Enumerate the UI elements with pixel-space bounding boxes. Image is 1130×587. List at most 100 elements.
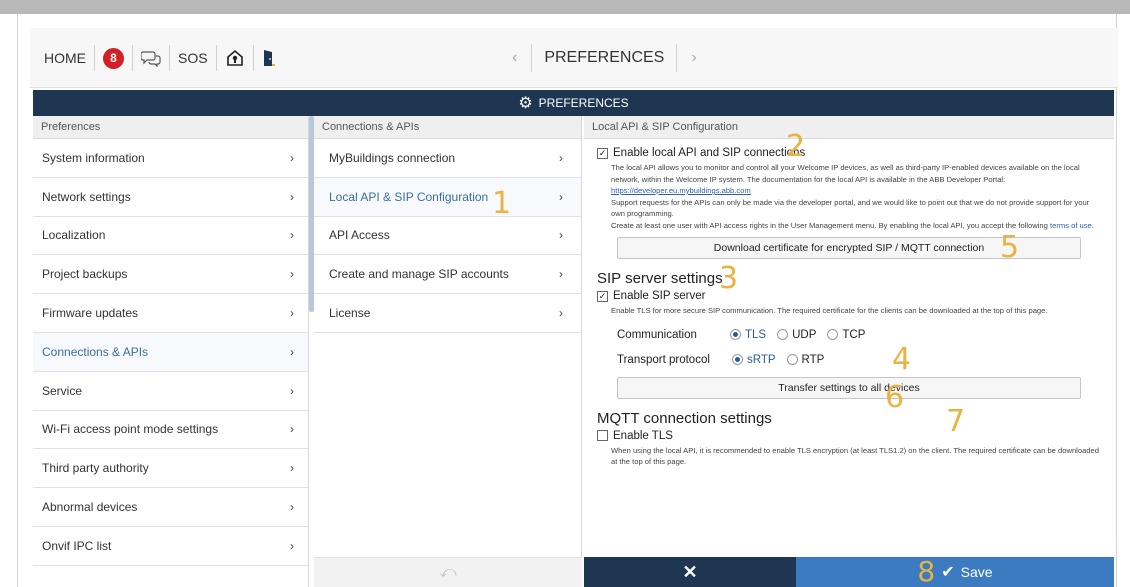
preferences-item[interactable]: System information ›: [33, 139, 308, 178]
column-header: Connections & APIs: [314, 116, 581, 139]
window-frame-right: [1116, 14, 1130, 587]
save-button[interactable]: 8 ✔ Save: [796, 557, 1114, 587]
chevron-right-icon: ›: [290, 383, 294, 398]
settings-content: ✓ Enable local API and SIP connections T…: [584, 132, 1114, 557]
action-footer: ✕ 8 ✔ Save: [584, 557, 1114, 587]
preferences-item-label: Network settings: [42, 189, 131, 204]
connections-item[interactable]: MyBuildings connection ›: [314, 139, 581, 178]
checkbox-unchecked-icon: [597, 430, 608, 441]
chevron-right-icon: ›: [559, 150, 563, 165]
preferences-header: ⚙ PREFERENCES: [33, 90, 1114, 116]
chevron-right-icon: ›: [290, 228, 294, 243]
nav-title-group: ‹ PREFERENCES ›: [498, 44, 711, 72]
notifications-button[interactable]: 8: [95, 44, 132, 72]
radio-tls-label: TLS: [745, 328, 767, 341]
checkbox-checked-icon: ✓: [597, 290, 608, 302]
preferences-item[interactable]: Third party authority ›: [33, 449, 308, 489]
annotation-number: 5: [1000, 230, 1020, 265]
transport-row: Transport protocol sRTP RTP: [597, 354, 1102, 366]
connections-list: MyBuildings connection › Local API & SIP C…: [314, 139, 581, 333]
chevron-right-icon: ›: [290, 500, 294, 515]
radio-unselected-icon: [786, 354, 798, 365]
transport-label: Transport protocol: [617, 353, 710, 366]
radio-srtp[interactable]: sRTP: [732, 354, 776, 366]
radio-srtp-label: sRTP: [747, 353, 776, 366]
preferences-item-label: Abnormal devices: [42, 500, 138, 515]
preferences-list: System information › Network settings › Loca…: [33, 139, 308, 566]
chevron-right-icon: ›: [290, 189, 294, 204]
annotation-number: 3: [719, 261, 739, 296]
chevron-right-icon: ›: [559, 267, 563, 282]
radio-rtp-label: RTP: [801, 353, 825, 366]
messages-button[interactable]: [133, 44, 169, 72]
chevron-right-icon: ›: [559, 228, 563, 243]
page-title: PREFERENCES: [531, 44, 678, 72]
chevron-right-icon: ›: [290, 461, 294, 476]
preferences-item-label: Firmware updates: [42, 306, 139, 321]
preferences-item-label: Project backups: [42, 267, 128, 282]
cancel-button[interactable]: ✕: [584, 557, 796, 587]
radio-rtp[interactable]: RTP: [786, 353, 825, 366]
radio-udp[interactable]: UDP: [777, 329, 816, 341]
window-frame-top: [0, 0, 1130, 14]
radio-udp-label: UDP: [792, 328, 817, 341]
preferences-item[interactable]: Network settings ›: [33, 177, 308, 217]
preferences-item[interactable]: Onvif IPC list ›: [33, 526, 308, 566]
preferences-item[interactable]: Connections & APIs ›: [33, 332, 308, 372]
sos-button[interactable]: SOS: [170, 44, 216, 72]
local-api-desc-1: The local API allows you to monitor and …: [611, 163, 1080, 184]
transfer-settings-button[interactable]: Transfer settings to all devices: [617, 376, 1081, 399]
close-icon: ✕: [682, 561, 698, 582]
annotation-number: 8: [917, 555, 936, 587]
connections-item-label: Create and manage SIP accounts: [329, 267, 509, 282]
home-security-button[interactable]: [217, 44, 253, 72]
nav-left-group: HOME 8 SOS: [36, 44, 284, 72]
connections-item[interactable]: Local API & SIP Configuration ›: [314, 177, 581, 217]
preferences-item-label: Onvif IPC list: [42, 538, 112, 553]
enable-local-api-checkbox[interactable]: ✓ Enable local API and SIP connections: [597, 147, 1102, 159]
preferences-item-label: Wi-Fi access point mode settings: [42, 422, 219, 437]
chevron-right-icon: ›: [559, 306, 563, 321]
local-api-panel: Local API & SIP Configuration ✓ Enable l…: [584, 116, 1114, 587]
connections-item-label: API Access: [329, 228, 390, 243]
annotation-number: 4: [892, 342, 912, 377]
door-button[interactable]: [254, 44, 284, 72]
back-arrow-icon: ⤺: [439, 563, 457, 581]
preferences-item[interactable]: Localization ›: [33, 216, 308, 256]
enable-tls-checkbox[interactable]: Enable TLS: [597, 430, 1102, 442]
home-button[interactable]: HOME: [36, 44, 94, 72]
annotation-number: 6: [885, 380, 905, 415]
column-header: Local API & SIP Configuration: [584, 116, 1114, 139]
preferences-item[interactable]: Abnormal devices ›: [33, 488, 308, 527]
preferences-item-label: Third party authority: [42, 461, 149, 476]
connections-item[interactable]: API Access ›: [314, 216, 581, 256]
radio-tcp[interactable]: TCP: [827, 329, 865, 341]
radio-unselected-icon: [827, 329, 839, 340]
preferences-item[interactable]: Wi-Fi access point mode settings ›: [33, 410, 308, 450]
connections-item[interactable]: Create and manage SIP accounts ›: [314, 255, 581, 295]
back-button[interactable]: ⤺: [314, 557, 582, 587]
chevron-left-icon[interactable]: ‹: [498, 49, 531, 67]
preferences-item[interactable]: Project backups ›: [33, 255, 308, 295]
communication-row: Communication TLS UDP TCP: [597, 329, 1102, 341]
preferences-item[interactable]: Firmware updates ›: [33, 294, 308, 333]
annotation-number: 1: [492, 186, 512, 221]
sip-section-title: SIP server settings: [597, 270, 723, 287]
developer-portal-link[interactable]: https://developer.eu.mybuildings.abb.com: [611, 186, 751, 195]
local-api-description: The local API allows you to monitor and …: [597, 162, 1102, 231]
connections-item[interactable]: License ›: [314, 294, 581, 333]
door-icon: [263, 50, 275, 66]
preferences-item-label: Service: [42, 383, 83, 398]
enable-local-api-label: Enable local API and SIP connections: [613, 147, 806, 159]
enable-sip-checkbox[interactable]: ✓ Enable SIP server: [597, 290, 1102, 302]
chat-bubbles-icon: [141, 51, 161, 67]
preferences-column: Preferences System information › Network s…: [33, 116, 309, 587]
radio-selected-icon: [732, 354, 743, 365]
preferences-item-label: Connections & APIs: [42, 344, 149, 359]
terms-of-use-link[interactable]: terms of use: [1050, 221, 1092, 230]
local-api-desc-3: Create at least one user with API access…: [611, 220, 1050, 230]
preferences-item[interactable]: Service ›: [33, 371, 308, 411]
radio-tls[interactable]: TLS: [730, 329, 766, 341]
connections-column: Connections & APIs MyBuildings connectio…: [314, 116, 582, 587]
chevron-right-icon[interactable]: ›: [677, 49, 710, 67]
